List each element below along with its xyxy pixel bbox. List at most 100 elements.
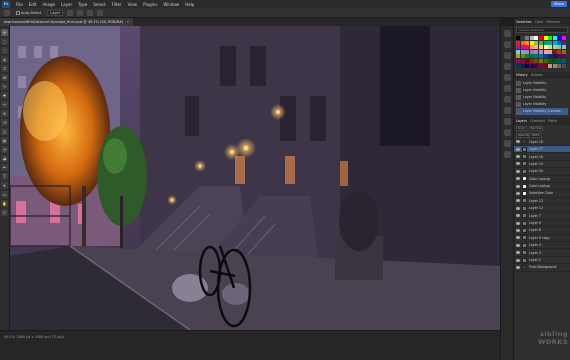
layer-row[interactable]: Color Lookup <box>514 183 570 191</box>
visibility-eye-icon[interactable] <box>516 251 520 255</box>
color-swatch[interactable] <box>548 40 553 45</box>
color-swatch[interactable] <box>538 54 543 59</box>
close-icon[interactable]: × <box>126 20 129 24</box>
color-swatch[interactable] <box>534 36 539 40</box>
menu-select[interactable]: Select <box>90 2 108 7</box>
visibility-eye-icon[interactable] <box>516 228 520 232</box>
menu-type[interactable]: Type <box>75 2 90 7</box>
color-swatch[interactable] <box>543 45 548 50</box>
blend-mode-dropdown[interactable]: Normal <box>528 125 544 131</box>
tab-swatches[interactable]: Swatches <box>516 20 532 24</box>
gradient-icon[interactable] <box>503 52 511 59</box>
color-swatch[interactable] <box>561 45 566 50</box>
color-swatch[interactable] <box>525 49 530 54</box>
marquee-tool-icon[interactable]: ⬚ <box>1 38 8 45</box>
color-swatch[interactable] <box>525 63 530 68</box>
brush-tool-icon[interactable]: ✏ <box>1 101 8 108</box>
libraries-icon[interactable] <box>503 96 511 103</box>
color-swatch[interactable] <box>552 63 557 68</box>
menu-file[interactable]: File <box>13 2 26 7</box>
actions-icon[interactable] <box>503 118 511 125</box>
color-swatch[interactable] <box>548 49 553 54</box>
color-swatch[interactable] <box>548 54 553 59</box>
color-swatch[interactable] <box>538 40 543 45</box>
color-swatch[interactable] <box>552 40 557 45</box>
layer-row[interactable]: Layer 16 <box>514 153 570 161</box>
menu-filter[interactable]: Filter <box>109 2 125 7</box>
color-swatch[interactable] <box>525 45 530 50</box>
color-swatch[interactable] <box>520 40 525 45</box>
layer-row[interactable]: Layer 20 <box>514 168 570 176</box>
swatches-icon[interactable] <box>503 41 511 48</box>
color-swatch[interactable] <box>552 49 557 54</box>
color-swatch[interactable] <box>557 63 562 68</box>
move-tool-icon[interactable] <box>4 9 10 16</box>
color-swatch[interactable] <box>538 36 543 40</box>
color-swatch[interactable] <box>557 45 562 50</box>
color-swatch[interactable] <box>552 54 557 59</box>
color-swatch[interactable] <box>529 58 534 63</box>
visibility-eye-icon[interactable] <box>516 206 520 210</box>
color-swatch[interactable] <box>543 54 548 59</box>
auto-select-checkbox[interactable]: Auto-Select <box>14 10 43 16</box>
color-swatch[interactable] <box>529 45 534 50</box>
history-brush-tool-icon[interactable]: ↺ <box>1 119 8 126</box>
layer-row[interactable]: Layer 13 <box>514 198 570 206</box>
menu-help[interactable]: Help <box>182 2 197 7</box>
hand-tool-icon[interactable]: ✋ <box>1 200 8 207</box>
menu-view[interactable]: View <box>125 2 141 7</box>
visibility-eye-icon[interactable] <box>516 199 520 203</box>
gradient-tool-icon[interactable]: ▦ <box>1 137 8 144</box>
history-item[interactable]: Layer Visibility (Canvas) <box>516 107 568 115</box>
menu-layer[interactable]: Layer <box>58 2 75 7</box>
align-icon[interactable] <box>77 9 84 16</box>
share-button[interactable]: Share <box>551 1 567 7</box>
color-swatch[interactable] <box>548 45 553 50</box>
color-swatch[interactable] <box>534 49 539 54</box>
layer-row[interactable]: Layer 9 <box>514 220 570 228</box>
color-swatch[interactable] <box>529 36 534 40</box>
color-swatch[interactable] <box>538 45 543 50</box>
history-item[interactable]: Layer Visibility <box>516 101 568 108</box>
object-select-tool-icon[interactable]: ◍ <box>1 56 8 63</box>
color-swatch[interactable] <box>561 40 566 45</box>
color-swatch[interactable] <box>525 36 530 40</box>
color-swatch[interactable] <box>548 63 553 68</box>
layer-row[interactable]: Selective Color <box>514 190 570 198</box>
layer-row[interactable]: Layer 12 <box>514 205 570 213</box>
tab-history[interactable]: History <box>516 73 528 77</box>
visibility-eye-icon[interactable] <box>516 243 520 247</box>
move-tool-icon[interactable]: ✥ <box>1 29 8 36</box>
path-select-tool-icon[interactable]: ➤ <box>1 182 8 189</box>
color-swatch[interactable] <box>561 54 566 59</box>
color-swatch[interactable] <box>529 54 534 59</box>
visibility-eye-icon[interactable] <box>516 162 520 166</box>
channels-icon[interactable] <box>503 140 511 147</box>
zoom-tool-icon[interactable]: ⚲ <box>1 209 8 216</box>
color-swatch[interactable] <box>538 49 543 54</box>
type-tool-icon[interactable]: T <box>1 173 8 180</box>
tab-actions[interactable]: Actions <box>531 73 543 77</box>
document-canvas[interactable] <box>10 26 500 330</box>
color-swatch[interactable] <box>516 58 520 63</box>
color-swatch[interactable] <box>557 54 562 59</box>
crop-tool-icon[interactable]: ⌗ <box>1 65 8 72</box>
auto-select-target-dropdown[interactable]: Layer <box>47 9 64 16</box>
healing-tool-icon[interactable]: ✚ <box>1 92 8 99</box>
color-swatch[interactable] <box>525 58 530 63</box>
frame-tool-icon[interactable]: ⊠ <box>1 74 8 81</box>
menu-image[interactable]: Image <box>39 2 58 7</box>
color-swatch[interactable] <box>534 40 539 45</box>
tab-color[interactable]: Color <box>535 20 544 24</box>
color-swatch[interactable] <box>516 45 520 50</box>
visibility-eye-icon[interactable] <box>516 169 520 173</box>
tab-paths[interactable]: Paths <box>548 119 557 123</box>
color-swatch[interactable] <box>520 54 525 59</box>
color-icon[interactable] <box>503 30 511 37</box>
visibility-eye-icon[interactable] <box>516 214 520 218</box>
history-item[interactable]: Layer Visibility <box>516 94 568 101</box>
color-swatch[interactable] <box>516 49 520 54</box>
color-swatch[interactable] <box>557 40 562 45</box>
opacity-field[interactable]: Opacity: 100% <box>516 132 542 138</box>
color-swatch[interactable] <box>548 36 553 40</box>
